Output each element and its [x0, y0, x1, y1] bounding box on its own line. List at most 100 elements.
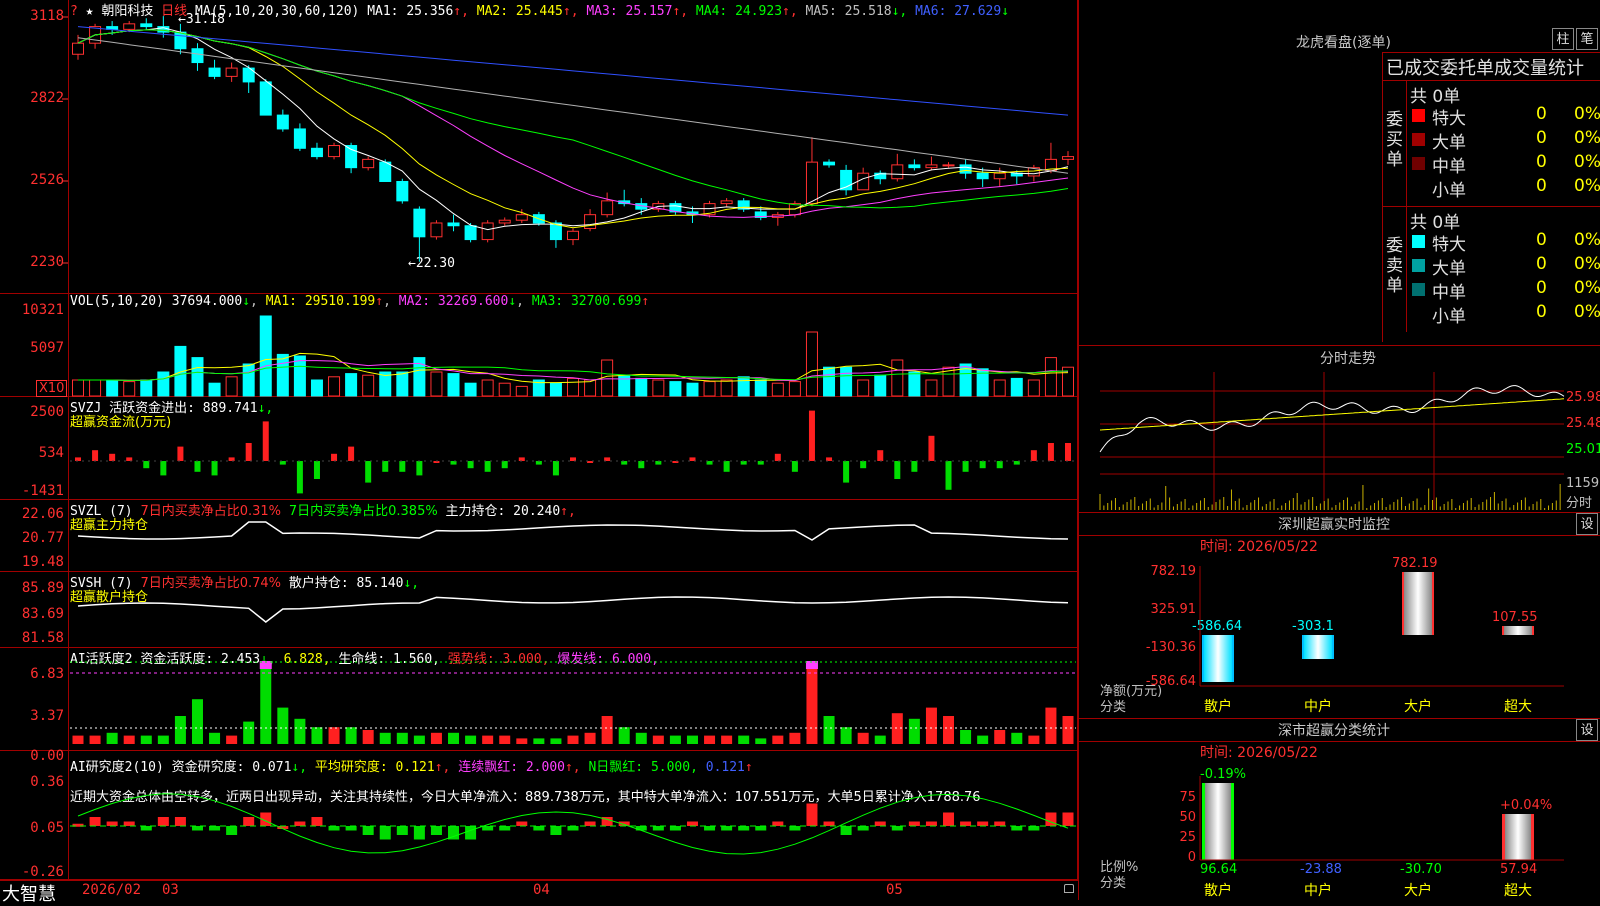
- activity-bar: [857, 732, 869, 744]
- classify-xlabel: 分类: [1100, 876, 1127, 891]
- classify-bar-top-label: -0.19%: [1200, 766, 1246, 782]
- ma-line: [77, 29, 1069, 209]
- lock-icon[interactable]: [1064, 884, 1074, 893]
- monitor-bar-label: 782.19: [1392, 556, 1438, 571]
- candle: [362, 156, 375, 171]
- research-bar: [840, 826, 852, 835]
- volume-bar: [140, 379, 153, 397]
- activity-bar: [277, 707, 289, 744]
- bar-mode-button[interactable]: 柱: [1552, 28, 1574, 50]
- volume-bar: [498, 382, 511, 397]
- order-name: 小单: [1432, 307, 1466, 327]
- fund-flow-bar: [484, 461, 491, 472]
- research-bar: [482, 826, 494, 831]
- activity-bar: [243, 721, 255, 744]
- volume-bar: [72, 379, 84, 397]
- classify-category-label: 中户: [1304, 883, 1332, 899]
- fund-flow-bar: [279, 461, 286, 465]
- monitor-bar: [1202, 634, 1234, 682]
- research-bar: [396, 826, 408, 835]
- candle: [669, 200, 682, 215]
- classify-title: 深市超赢分类统计: [1278, 723, 1390, 739]
- research-bar: [874, 821, 886, 826]
- candle: [805, 137, 818, 207]
- candle: [447, 214, 460, 232]
- research-bar: [209, 826, 221, 831]
- volume-bar: [123, 381, 136, 397]
- activity-bar: [721, 735, 733, 744]
- volume-bar: [771, 382, 784, 397]
- fund-flow-bar: [706, 461, 713, 465]
- activity-bar: [550, 738, 562, 744]
- monitor-settings-button[interactable]: 设: [1576, 513, 1598, 535]
- activity-bar: [669, 735, 681, 744]
- order-pct: 0%: [1574, 278, 1600, 298]
- order-count: 0: [1536, 278, 1547, 298]
- research-bar: [140, 826, 152, 831]
- candle: [174, 23, 187, 55]
- fund-flow-bar: [928, 435, 935, 461]
- candle: [328, 142, 341, 160]
- research-bar: [294, 821, 306, 826]
- order-count: 0: [1536, 128, 1547, 148]
- order-pct: 0%: [1574, 128, 1600, 148]
- volume-bar: [242, 363, 255, 397]
- stats-divider-mid: [1382, 206, 1600, 207]
- order-count: 0: [1536, 302, 1547, 322]
- fund-flow-bar: [365, 461, 372, 483]
- candle: [823, 159, 836, 168]
- activity-bar: [72, 735, 84, 744]
- research-bar: [430, 826, 442, 835]
- order-name: 大单: [1432, 259, 1466, 279]
- activity-bar: [789, 732, 801, 744]
- volume-bar: [805, 331, 818, 397]
- activity-bar: [1011, 732, 1023, 744]
- activity-bar: [499, 735, 511, 744]
- monitor-category-label: 中户: [1304, 699, 1332, 715]
- monitor-bar: [1502, 626, 1534, 635]
- fund-flow-bar: [228, 457, 235, 461]
- monitor-xlabel: 分类: [1100, 700, 1127, 715]
- order-count: 0: [1536, 254, 1547, 274]
- classify-category-label: 散户: [1204, 883, 1232, 899]
- volume-bar: [328, 376, 341, 397]
- fund-flow-bar: [143, 461, 150, 469]
- classify-settings-button[interactable]: 设: [1576, 719, 1598, 741]
- monitor-bar-label: 107.55: [1492, 610, 1538, 626]
- order-name: 特大: [1432, 109, 1466, 129]
- order-pct: 0%: [1574, 302, 1600, 322]
- activity-bar: [191, 699, 203, 744]
- fund-flow-bar: [160, 461, 167, 476]
- order-swatch: [1412, 307, 1425, 320]
- candle: [567, 228, 579, 246]
- volume-bar: [1027, 379, 1040, 397]
- activity-bar: [430, 732, 442, 744]
- buy-side-label: 委买单: [1386, 110, 1403, 170]
- fund-flow-bar: [604, 457, 611, 461]
- volume-bar: [396, 371, 409, 397]
- fund-flow-bar: [399, 461, 406, 472]
- order-count: 0: [1536, 230, 1547, 250]
- classify-bar: [1502, 813, 1534, 860]
- volume-bar: [276, 353, 289, 397]
- order-row: 小单 0 0%: [1406, 176, 1600, 201]
- order-swatch: [1412, 283, 1425, 296]
- research-bar: [465, 826, 477, 840]
- fund-flow-bar: [518, 457, 525, 461]
- research-bar: [362, 826, 374, 835]
- research-bar: [772, 821, 784, 826]
- volume-bar: [618, 374, 631, 397]
- candle: [925, 156, 938, 171]
- fund-flow-bar: [860, 461, 867, 469]
- research-bar: [891, 826, 903, 831]
- intraday-price-mid: 25.48: [1566, 416, 1600, 431]
- intraday-vol-label: 1159: [1566, 476, 1600, 491]
- fund-flow-bar: [757, 461, 764, 465]
- stroke-mode-button[interactable]: 笔: [1576, 28, 1598, 50]
- research-bar: [652, 826, 664, 831]
- research-bar: [994, 821, 1006, 826]
- order-count: 0: [1536, 104, 1547, 124]
- activity-bar: [1062, 716, 1074, 744]
- activity-bar: [533, 738, 545, 744]
- fund-flow-bar: [945, 461, 952, 490]
